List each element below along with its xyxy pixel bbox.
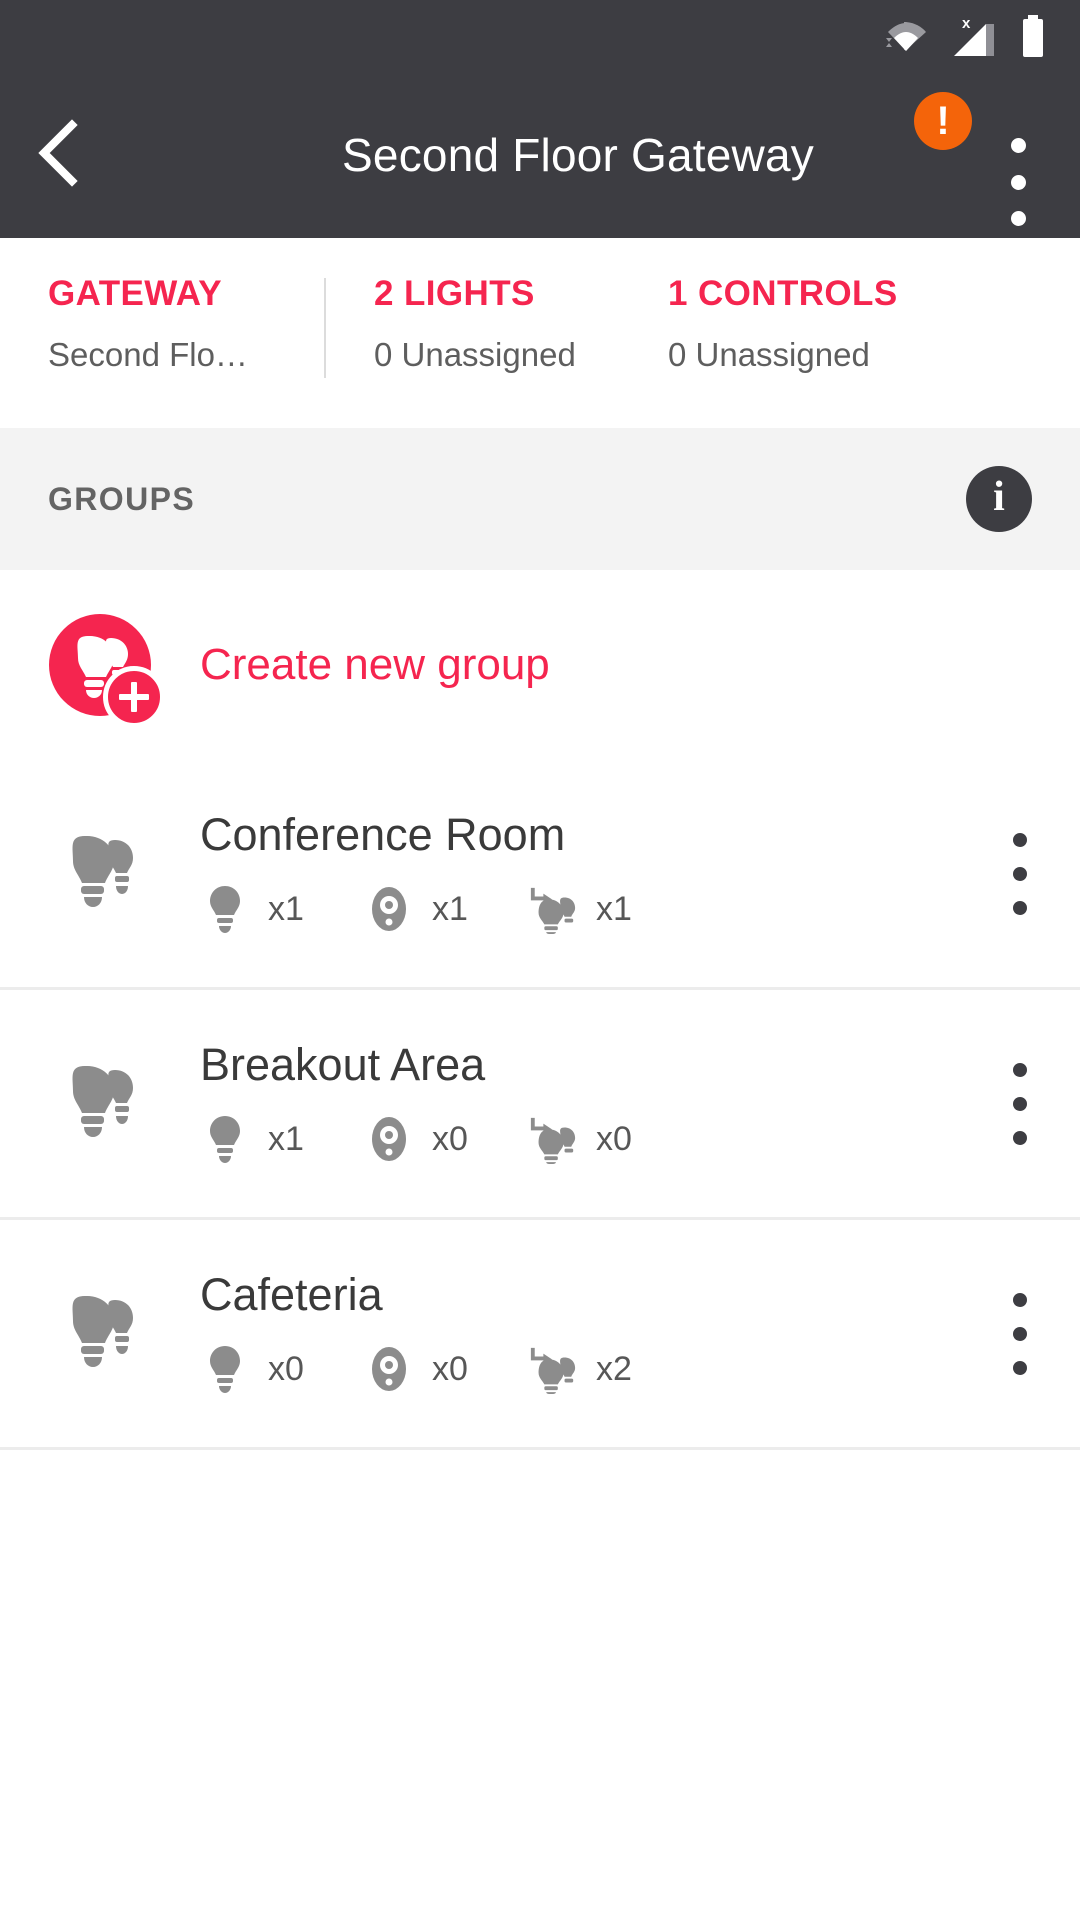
- group-row[interactable]: Breakout Area x1 x0 x0: [0, 990, 1080, 1220]
- group-icon-wrap: [0, 1064, 200, 1143]
- wifi-icon: [884, 18, 928, 54]
- metric-count: x1: [268, 889, 304, 928]
- menu-dot: [1013, 1326, 1027, 1341]
- info-glyph: i: [993, 474, 1005, 520]
- group-metrics: x0 x0 x2: [200, 1343, 960, 1395]
- rotary-control-icon: [364, 1345, 414, 1393]
- rotary-control-icon: [364, 885, 414, 933]
- stat-gateway[interactable]: GATEWAY Second Flo…: [0, 274, 324, 374]
- group-metrics: x1 x0 x0: [200, 1113, 960, 1165]
- create-new-group-button[interactable]: Create new group: [0, 570, 1080, 760]
- two-bulbs-icon: [61, 1064, 139, 1143]
- scene-bulb-icon: [528, 1113, 578, 1165]
- menu-dot: [1013, 1096, 1027, 1111]
- groups-list: Conference Room x1 x1 x1 Breakout Area x…: [0, 760, 1080, 1450]
- group-row[interactable]: Cafeteria x0 x0 x2: [0, 1220, 1080, 1450]
- bulb-icon: [200, 1115, 250, 1163]
- menu-dot: [1013, 1360, 1027, 1375]
- metric-count: x1: [432, 889, 468, 928]
- metric-count: x0: [432, 1119, 468, 1158]
- more-vert-icon[interactable]: [982, 132, 1054, 232]
- stat-title: 1 CONTROLS: [668, 274, 898, 313]
- menu-dot: [1013, 900, 1027, 915]
- metric-lights: x0: [200, 1345, 364, 1393]
- stat-title: GATEWAY: [48, 274, 222, 313]
- more-vert-icon[interactable]: [960, 1219, 1080, 1449]
- stat-lights[interactable]: 2 LIGHTS 0 Unassigned: [324, 274, 620, 378]
- group-icon-wrap: [0, 1294, 200, 1373]
- alert-exclamation-icon[interactable]: !: [914, 92, 972, 150]
- group-main: Conference Room x1 x1 x1: [200, 812, 960, 935]
- two-bulbs-icon: [61, 1294, 139, 1373]
- metric-controls: x1: [364, 885, 528, 933]
- stat-subtitle: 0 Unassigned: [374, 336, 576, 373]
- metric-count: x1: [596, 889, 632, 928]
- stat-controls[interactable]: 1 CONTROLS 0 Unassigned: [620, 274, 1080, 374]
- metric-scenes: x2: [528, 1343, 692, 1395]
- scene-bulb-icon: [528, 883, 578, 935]
- menu-dot: [1013, 866, 1027, 881]
- metric-scenes: x1: [528, 883, 692, 935]
- app-bar: Second Floor Gateway !: [0, 72, 1080, 238]
- create-new-group-label: Create new group: [200, 640, 550, 689]
- group-row[interactable]: Conference Room x1 x1 x1: [0, 760, 1080, 990]
- two-bulbs-add-icon: [49, 614, 165, 728]
- stat-subtitle: Second Flo…: [48, 336, 248, 373]
- menu-dot: [1013, 1130, 1027, 1145]
- svg-text:x: x: [962, 15, 971, 32]
- scene-bulb-icon: [528, 1343, 578, 1395]
- menu-dot: [1013, 1292, 1027, 1307]
- metric-lights: x1: [200, 1115, 364, 1163]
- menu-dot: [1013, 832, 1027, 847]
- more-vert-icon[interactable]: [960, 759, 1080, 989]
- section-label: GROUPS: [48, 480, 196, 517]
- group-name: Cafeteria: [200, 1269, 383, 1320]
- menu-dot: [1010, 211, 1026, 226]
- bulb-icon: [200, 885, 250, 933]
- group-metrics: x1 x1 x1: [200, 883, 960, 935]
- group-name: Breakout Area: [200, 1039, 486, 1090]
- chevron-left-icon: [32, 117, 88, 194]
- stat-subtitle: 0 Unassigned: [668, 336, 870, 373]
- metric-controls: x0: [364, 1115, 528, 1163]
- group-icon-wrap: [0, 834, 200, 913]
- more-vert-icon[interactable]: [960, 989, 1080, 1219]
- battery-icon: [1020, 15, 1046, 57]
- back-button[interactable]: [0, 72, 120, 238]
- metric-count: x0: [432, 1349, 468, 1388]
- metric-controls: x0: [364, 1345, 528, 1393]
- rotary-control-icon: [364, 1115, 414, 1163]
- alert-glyph: !: [936, 99, 950, 143]
- metric-scenes: x0: [528, 1113, 692, 1165]
- create-group-icon-wrap: [0, 614, 200, 728]
- metric-count: x0: [596, 1119, 632, 1158]
- add-badge-icon: [103, 666, 165, 728]
- metric-count: x1: [268, 1119, 304, 1158]
- metric-lights: x1: [200, 885, 364, 933]
- status-bar: x: [0, 0, 1080, 72]
- menu-dot: [1013, 1062, 1027, 1077]
- summary-stats: GATEWAY Second Flo… 2 LIGHTS 0 Unassigne…: [0, 238, 1080, 428]
- two-bulbs-icon: [61, 834, 139, 913]
- menu-dot: [1010, 174, 1026, 190]
- stat-divider: [324, 278, 326, 378]
- group-main: Breakout Area x1 x0 x0: [200, 1042, 960, 1165]
- metric-count: x2: [596, 1349, 632, 1388]
- groups-section-header: GROUPS i: [0, 428, 1080, 570]
- cellular-no-sim-icon: x: [950, 14, 998, 58]
- group-main: Cafeteria x0 x0 x2: [200, 1272, 960, 1395]
- metric-count: x0: [268, 1349, 304, 1388]
- info-circle-icon[interactable]: i: [966, 466, 1032, 532]
- bulb-icon: [200, 1345, 250, 1393]
- group-name: Conference Room: [200, 809, 566, 860]
- stat-title: 2 LIGHTS: [374, 274, 535, 313]
- menu-dot: [1010, 138, 1026, 153]
